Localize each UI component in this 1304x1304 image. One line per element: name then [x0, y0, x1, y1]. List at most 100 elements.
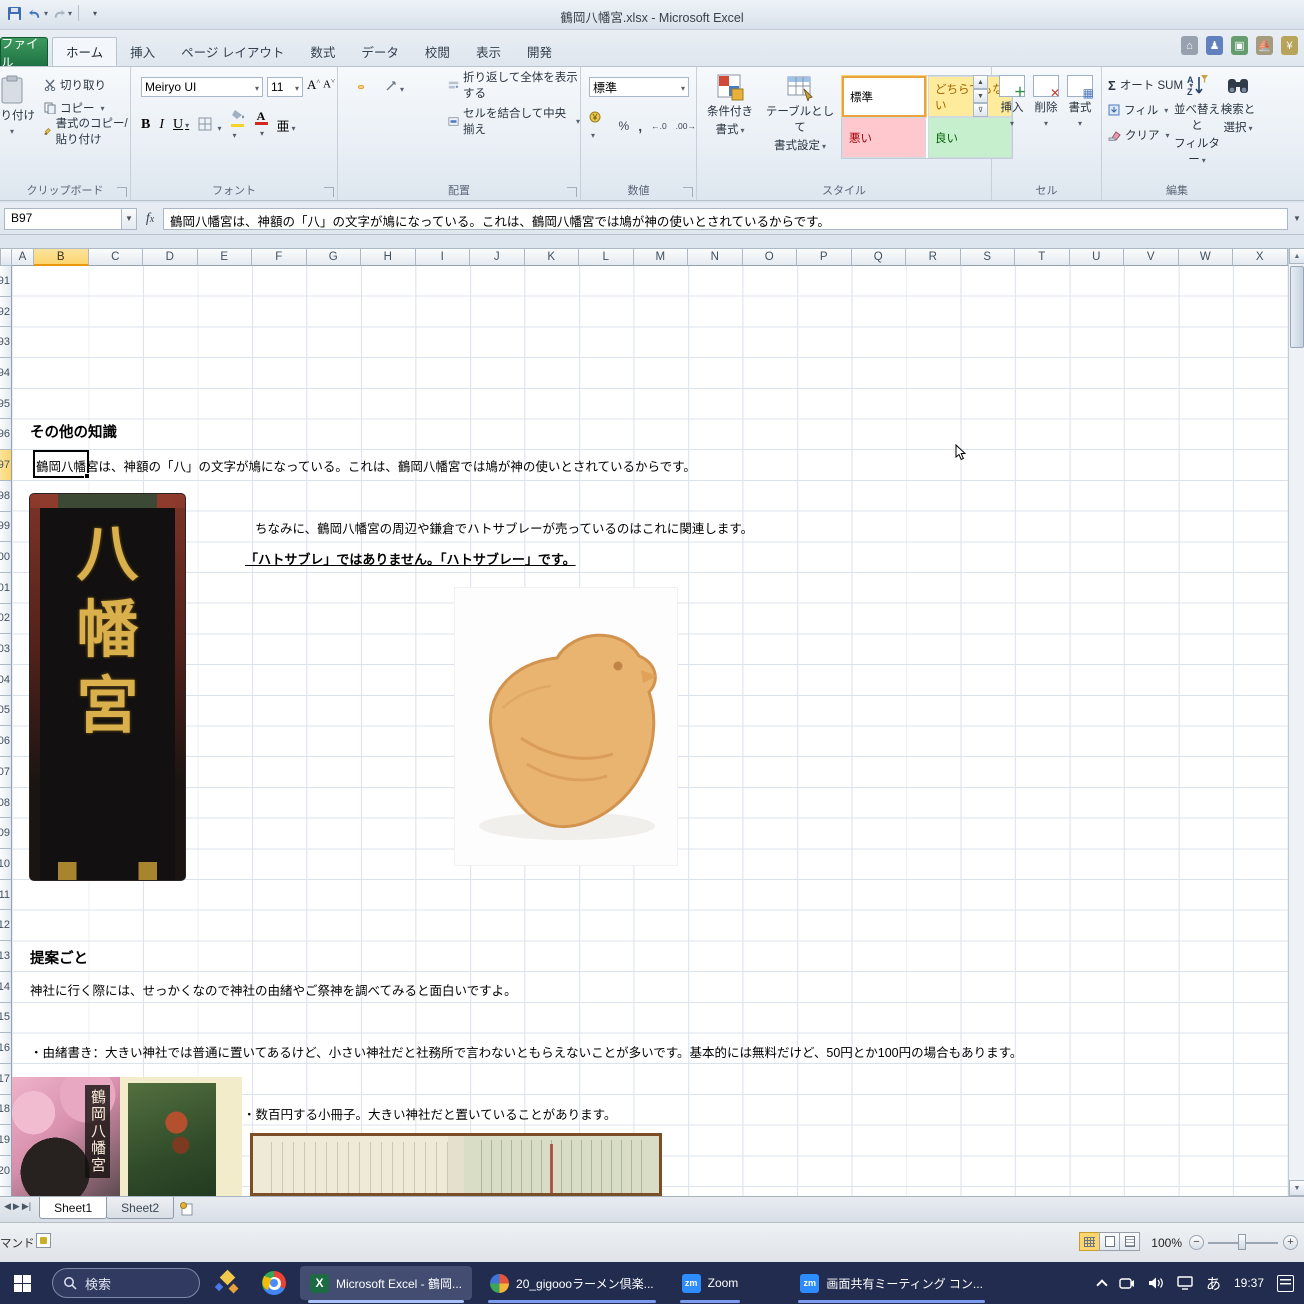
column-header-C[interactable]: C [89, 248, 144, 266]
column-header-U[interactable]: U [1070, 248, 1125, 266]
number-dialog-launcher[interactable] [683, 187, 693, 197]
row-header-93[interactable]: 93 [0, 327, 12, 358]
font-dialog-launcher[interactable] [324, 187, 334, 197]
overlay-icon-2[interactable]: ♟ [1206, 36, 1223, 55]
row-header-91[interactable]: 91 [0, 266, 12, 297]
increase-decimal-button[interactable]: ←.0 [651, 121, 667, 131]
cell-heading-other[interactable]: その他の知識 [30, 421, 117, 442]
row-header-103[interactable]: 103 [0, 634, 12, 665]
page-layout-view-button[interactable] [1099, 1232, 1120, 1251]
row-header-105[interactable]: 105 [0, 696, 12, 727]
row-header-121[interactable]: 121 [0, 1187, 12, 1196]
fill-color-button[interactable] [231, 109, 246, 141]
column-header-B[interactable]: B [34, 248, 89, 266]
cell-line-97[interactable]: 鶴岡八幡宮は、神額の「八」の文字が鳩になっている。これは、鶴岡八幡宮では鳩が神の… [36, 456, 696, 475]
hidden-icons-chevron[interactable] [1096, 1279, 1107, 1290]
row-header-108[interactable]: 108 [0, 788, 12, 819]
insert-worksheet-button[interactable] [173, 1197, 199, 1219]
cell-heading-proposal[interactable]: 提案ごと [30, 947, 88, 968]
row-header-97[interactable]: 97 [0, 450, 12, 481]
tab-データ[interactable]: データ [348, 37, 412, 66]
column-header-M[interactable]: M [634, 248, 689, 266]
percent-format-button[interactable]: % [619, 119, 630, 133]
shrink-font-button[interactable]: A˅ [323, 77, 335, 91]
number-format-combo[interactable]: 標準 [589, 77, 689, 97]
row-header-100[interactable]: 100 [0, 542, 12, 573]
column-header-Q[interactable]: Q [852, 248, 907, 266]
decrease-decimal-button[interactable]: .00→ [676, 121, 696, 131]
clipboard-dialog-launcher[interactable] [117, 187, 127, 197]
row-header-115[interactable]: 115 [0, 1003, 12, 1034]
column-header-S[interactable]: S [961, 248, 1016, 266]
format-cells-button[interactable]: ▦ 書式 [1064, 75, 1096, 129]
row-header-109[interactable]: 109 [0, 818, 12, 849]
zoom-slider-thumb[interactable] [1238, 1234, 1246, 1250]
cell-line-114[interactable]: 神社に行く際には、せっかくなので神社の由緒やご祭神を調べてみると面白いですよ。 [30, 980, 517, 999]
align-top-button[interactable] [346, 85, 352, 89]
taskbar-task-2[interactable]: 20_gigoooラーメン倶楽... [480, 1266, 664, 1300]
scroll-up-arrow[interactable]: ▲ [1289, 248, 1304, 264]
shrine-plaque-image[interactable]: 八幡宮 [30, 494, 185, 880]
overlay-icon-5[interactable]: ¥ [1281, 36, 1298, 55]
column-header-H[interactable]: H [361, 248, 416, 266]
row-header-104[interactable]: 104 [0, 665, 12, 696]
cell-line-118[interactable]: ・数百円する小冊子。大きい神社だと置いていることがあります。 [243, 1104, 616, 1123]
cut-button[interactable]: 切り取り [44, 75, 130, 95]
row-header-92[interactable]: 92 [0, 297, 12, 328]
scroll-down-arrow[interactable]: ▼ [1289, 1180, 1304, 1196]
formula-bar-expand[interactable]: ▼ [1290, 208, 1304, 230]
align-right-button[interactable] [370, 111, 376, 115]
row-header-116[interactable]: 116 [0, 1033, 12, 1064]
orientation-button[interactable] [382, 77, 407, 97]
column-header-P[interactable]: P [797, 248, 852, 266]
taskbar-task-1[interactable]: XMicrosoft Excel - 鶴岡... [300, 1266, 472, 1300]
pamphlet-images[interactable]: 鶴岡八幡宮 [12, 1077, 242, 1196]
vertical-scroll-thumb[interactable] [1290, 266, 1304, 348]
column-header-N[interactable]: N [688, 248, 743, 266]
tab-開発[interactable]: 開発 [514, 37, 565, 66]
overlay-icon-1[interactable]: ⌂ [1181, 36, 1198, 55]
sheet-tab-sheet2[interactable]: Sheet2 [106, 1197, 174, 1219]
column-header-D[interactable]: D [143, 248, 198, 266]
find-select-button[interactable]: 検索と 選択 [1218, 73, 1258, 135]
column-header-V[interactable]: V [1124, 248, 1179, 266]
row-header-117[interactable]: 117 [0, 1064, 12, 1095]
style-gallery-item-1[interactable]: 標準 [842, 76, 926, 117]
sheet-nav-next[interactable]: ▶ [13, 1201, 20, 1212]
align-bottom-button[interactable] [370, 85, 376, 89]
tab-ホーム[interactable]: ホーム [52, 37, 117, 66]
font-name-combo[interactable]: Meiryo UI [141, 77, 263, 97]
column-header-W[interactable]: W [1179, 248, 1234, 266]
increase-indent-button[interactable] [394, 111, 400, 115]
column-header-O[interactable]: O [743, 248, 798, 266]
row-header-113[interactable]: 113 [0, 941, 12, 972]
fx-icon[interactable]: fx [137, 211, 163, 227]
column-header-R[interactable]: R [906, 248, 961, 266]
display-tray-icon[interactable] [1177, 1276, 1193, 1290]
sheet-nav-last[interactable]: ▶| [22, 1201, 31, 1212]
copilot-icon[interactable] [214, 1270, 240, 1296]
conditional-formatting-button[interactable]: 条件付き 書式 [701, 73, 759, 137]
row-header-106[interactable]: 106 [0, 726, 12, 757]
align-center-button[interactable] [358, 111, 364, 115]
sheet-grid[interactable]: その他の知識 鶴岡八幡宮は、神額の「八」の文字が鳩になっている。これは、鶴岡八幡… [12, 266, 1288, 1196]
hato-sable-cookie-image[interactable] [455, 588, 677, 865]
currency-format-button[interactable]: ¥ [589, 111, 610, 141]
name-box[interactable]: B97 [4, 208, 122, 230]
gallery-scroll-up[interactable]: ▲ [973, 75, 988, 89]
comma-format-button[interactable]: , [638, 118, 642, 134]
booklet-image[interactable] [250, 1133, 662, 1196]
taskbar-task-4[interactable]: zm画面共有ミーティング コン... [790, 1266, 993, 1300]
column-header-L[interactable]: L [579, 248, 634, 266]
row-header-98[interactable]: 98 [0, 481, 12, 512]
cell-note-sable-2[interactable]: 「ハトサブレ」ではありません。「ハトサブレー」です。 [245, 549, 576, 568]
column-header-I[interactable]: I [416, 248, 471, 266]
row-header-94[interactable]: 94 [0, 358, 12, 389]
zoom-level-text[interactable]: 100% [1151, 1236, 1182, 1250]
paste-button[interactable]: 貼り付け [0, 75, 38, 137]
font-size-combo[interactable]: 11 [267, 77, 303, 97]
row-header-110[interactable]: 110 [0, 849, 12, 880]
italic-button[interactable]: I [159, 118, 164, 132]
overlay-icon-4[interactable]: ⛵ [1256, 36, 1273, 55]
row-header-111[interactable]: 111 [0, 880, 12, 911]
